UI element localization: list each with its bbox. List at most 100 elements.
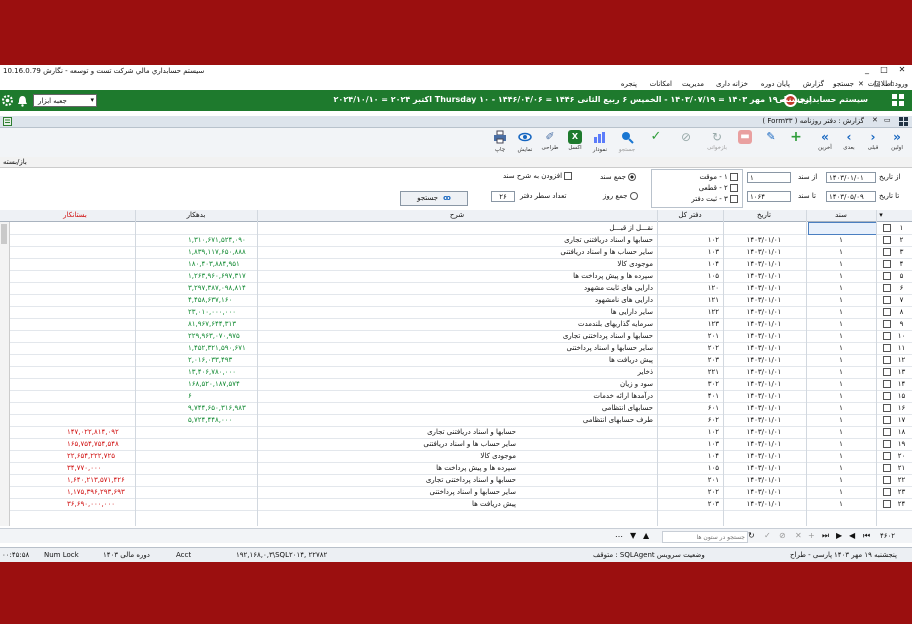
row-checkbox[interactable]: [883, 380, 891, 388]
row-checkbox[interactable]: [883, 272, 891, 280]
row-checkbox[interactable]: [883, 356, 891, 364]
toggle-filter-bar[interactable]: باز/بسته: [0, 157, 912, 168]
print-button[interactable]: چاپ: [489, 130, 511, 155]
row-checkbox[interactable]: [883, 284, 891, 292]
mdi-restore-icon[interactable]: □: [874, 80, 881, 88]
header-doc[interactable]: سند: [808, 211, 874, 219]
header-debit[interactable]: بدهکار: [136, 211, 256, 219]
row-checkbox[interactable]: [883, 332, 891, 340]
first-button[interactable]: » اولین: [886, 130, 908, 155]
next-button[interactable]: ‹ بعدی: [838, 130, 860, 155]
sum-doc-radio[interactable]: جمع سند: [600, 173, 637, 181]
row-checkbox[interactable]: [883, 368, 891, 376]
add-button[interactable]: +: [785, 130, 807, 155]
menu-item-report[interactable]: گزارش: [803, 80, 824, 88]
nav-prev-icon[interactable]: ◀: [849, 531, 855, 540]
confirm-button[interactable]: ✓: [645, 130, 667, 155]
row-checkbox[interactable]: [883, 404, 891, 412]
scrollbar-thumb[interactable]: [1, 224, 7, 244]
ledger-cell: ۱۰۲: [707, 236, 719, 244]
form-grid-icon[interactable]: [899, 117, 908, 126]
vertical-scrollbar[interactable]: [0, 222, 10, 526]
row-checkbox[interactable]: [883, 464, 891, 472]
to-doc-input[interactable]: ۱۰۶۴: [747, 191, 791, 202]
chart-button[interactable]: نمودار: [589, 130, 611, 155]
row-checkbox[interactable]: [883, 488, 891, 496]
to-date-input[interactable]: ۱۴۰۳/۰۵/۰۹: [826, 191, 876, 202]
row-checkbox[interactable]: [883, 296, 891, 304]
from-doc-input[interactable]: ۱: [747, 172, 791, 183]
type-ledger-option[interactable]: ۳ - ثبت دفتر: [691, 195, 738, 203]
header-credit[interactable]: بستانکار: [15, 211, 135, 219]
minimize-button[interactable]: _: [860, 65, 874, 74]
toolbox-dropdown[interactable]: جعبه ابزار ▾: [33, 94, 97, 107]
preview-button[interactable]: نمایش: [514, 130, 536, 155]
mdi-minimize-icon[interactable]: ▫: [890, 80, 895, 88]
row-checkbox[interactable]: [883, 440, 891, 448]
type-final-option[interactable]: ۲ - قطعی: [699, 184, 738, 192]
last-button[interactable]: « آخرین: [814, 130, 836, 155]
search-button[interactable]: جستجو: [616, 130, 638, 155]
type-temp-option[interactable]: ۱ - موقت: [699, 173, 738, 181]
row-checkbox[interactable]: [883, 260, 891, 268]
menu-item-management[interactable]: مدیریت: [682, 80, 704, 88]
nav-first-icon[interactable]: ⏮: [863, 531, 870, 541]
nav-post-icon[interactable]: ✓: [764, 531, 771, 540]
header-ledger[interactable]: دفتر کل: [658, 211, 722, 219]
form-restore-icon[interactable]: ▭: [884, 116, 891, 124]
bell-icon[interactable]: [17, 95, 28, 107]
sum-day-radio[interactable]: جمع روز: [603, 192, 638, 200]
row-number: ۸: [899, 308, 904, 316]
menu-item-period-end[interactable]: پایان دوره: [761, 80, 790, 88]
nav-next-icon[interactable]: ▶: [836, 531, 842, 540]
row-checkbox[interactable]: [883, 500, 891, 508]
row-checkbox[interactable]: [883, 416, 891, 424]
menu-item-facilities[interactable]: امکانات: [650, 80, 672, 88]
row-checkbox[interactable]: [883, 344, 891, 352]
nav-up-icon[interactable]: ▲: [643, 531, 649, 540]
cancel-button[interactable]: ⊘: [675, 130, 697, 155]
maximize-button[interactable]: □: [877, 65, 891, 74]
menu-item-treasury[interactable]: خزانه داری: [716, 80, 748, 88]
form-close-icon[interactable]: ✕: [872, 116, 878, 124]
app-grid-icon[interactable]: [891, 93, 906, 108]
table-row[interactable]: ۲۴ ۱ ۱۴۰۳/۰۱/۰۱ ۲۰۳ پیش دریافت ها ۳۶,۶۹۰,۰۰۰,…: [0, 498, 912, 511]
from-date-input[interactable]: ۱۴۰۳/۰۱/۰۱: [826, 172, 876, 183]
gear-icon[interactable]: [1, 94, 14, 107]
row-checkbox[interactable]: [883, 308, 891, 316]
mdi-close-icon[interactable]: ✕: [858, 80, 864, 88]
description-cell: سایر حساب ها و اسناد دریافتنی: [560, 248, 653, 256]
row-checkbox[interactable]: [883, 236, 891, 244]
eye-icon: [518, 132, 532, 142]
prev-button[interactable]: › قبلی: [862, 130, 884, 155]
filter-search-button[interactable]: جستجو ꝏ: [400, 191, 468, 206]
row-checkbox[interactable]: [883, 428, 891, 436]
menu-item-window[interactable]: پنجره: [621, 80, 637, 88]
nav-down-icon[interactable]: ▼: [630, 531, 636, 540]
excel-button[interactable]: X اکسل: [564, 130, 586, 155]
header-date[interactable]: تاریخ: [724, 211, 804, 219]
filter-dropdown-icon[interactable]: ▾: [877, 211, 885, 219]
delete-button[interactable]: ▬: [734, 130, 756, 155]
column-search-input[interactable]: [662, 531, 748, 543]
close-button[interactable]: ✕: [895, 65, 909, 74]
row-checkbox[interactable]: [883, 248, 891, 256]
edit-button[interactable]: ✎: [760, 130, 782, 155]
refresh-button[interactable]: ↻ بازخوانی: [706, 130, 728, 155]
header-description[interactable]: شرح: [258, 211, 656, 219]
nav-cancel-icon[interactable]: ⊘: [779, 531, 786, 540]
nav-last-icon[interactable]: ⏭: [822, 531, 829, 541]
nav-delete-icon[interactable]: ✕: [795, 531, 802, 540]
design-button[interactable]: ✐ طراحی: [539, 130, 561, 155]
row-checkbox[interactable]: [883, 476, 891, 484]
row-checkbox[interactable]: [883, 224, 891, 232]
menu-item-search[interactable]: جستجو: [833, 80, 854, 88]
add-desc-checkbox[interactable]: افزودن به شرح سند: [503, 172, 573, 180]
row-checkbox[interactable]: [883, 320, 891, 328]
nav-more-icon[interactable]: …: [615, 530, 623, 539]
nav-refresh-icon[interactable]: ↻: [748, 531, 755, 540]
row-checkbox[interactable]: [883, 392, 891, 400]
nav-add-icon[interactable]: +: [808, 531, 815, 540]
row-checkbox[interactable]: [883, 452, 891, 460]
rows-input[interactable]: ۲۶: [491, 191, 515, 202]
